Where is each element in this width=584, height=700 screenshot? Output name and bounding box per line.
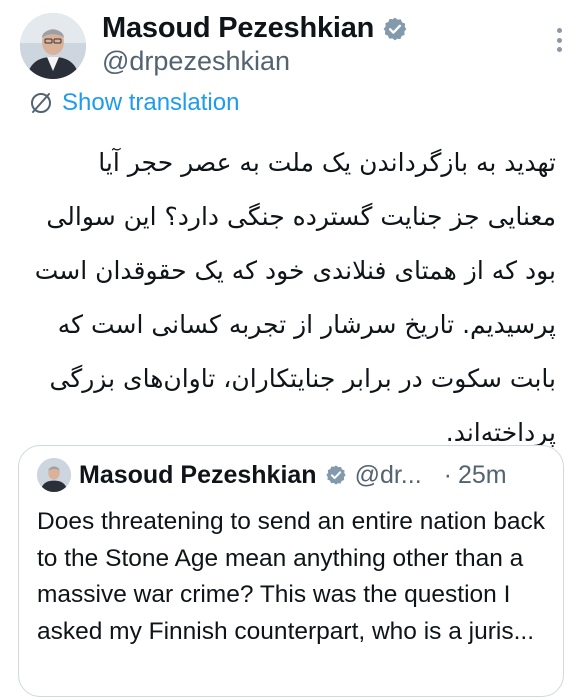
quoted-tweet-text: Does threatening to send an entire natio… bbox=[37, 508, 546, 645]
quoted-tweet-time: 25m bbox=[457, 460, 507, 489]
verified-badge-icon bbox=[382, 16, 408, 42]
author-name-row: Masoud Pezeshkian bbox=[102, 12, 408, 45]
globe-translate-icon bbox=[28, 90, 54, 116]
quoted-tweet[interactable]: Masoud Pezeshkian @dr... · 25m Does thre… bbox=[18, 445, 564, 697]
more-options-icon[interactable] bbox=[556, 28, 562, 52]
author-name[interactable]: Masoud Pezeshkian bbox=[102, 12, 374, 45]
author-handle[interactable]: @drpezeshkian bbox=[102, 46, 290, 77]
show-translation-label: Show translation bbox=[62, 89, 240, 116]
quoted-author-avatar bbox=[37, 458, 71, 492]
quoted-author-handle: @dr... bbox=[354, 460, 422, 489]
show-translation-link[interactable]: Show translation bbox=[28, 89, 239, 117]
quoted-author-name: Masoud Pezeshkian bbox=[79, 460, 317, 489]
author-avatar[interactable] bbox=[20, 13, 86, 79]
quoted-tweet-header: Masoud Pezeshkian @dr... · 25m bbox=[37, 458, 547, 492]
verified-badge-icon bbox=[325, 464, 347, 486]
separator-dot: · bbox=[443, 460, 452, 489]
tweet-text: تهدید به بازگرداندن یک ملت به عصر حجر آی… bbox=[34, 148, 556, 447]
